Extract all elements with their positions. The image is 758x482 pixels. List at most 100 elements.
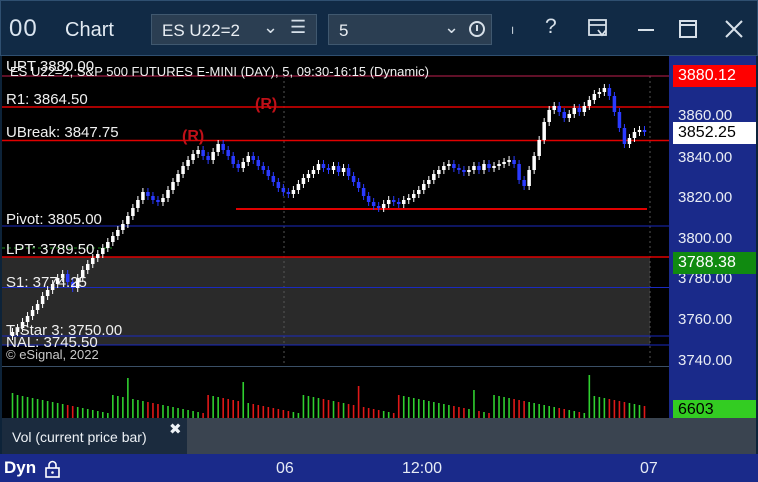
candle-body — [437, 170, 441, 174]
price-chart-canvas[interactable] — [2, 56, 669, 366]
volume-bar — [638, 405, 641, 418]
maximize-icon[interactable] — [677, 18, 699, 40]
symbol-input[interactable]: ES U22=2 — [162, 21, 240, 41]
candle-body — [281, 188, 286, 192]
volume-bar — [41, 400, 44, 418]
pin-icon[interactable]: ╵ — [509, 27, 516, 41]
level-label-upt: UPT 3880.00 — [6, 58, 95, 75]
volume-bar — [262, 406, 265, 418]
volume-bar — [117, 396, 119, 418]
volume-bar — [81, 408, 84, 418]
candle-body — [231, 156, 235, 164]
candle-body — [577, 108, 582, 112]
volume-bar — [508, 398, 510, 418]
volume-bar — [267, 407, 270, 418]
candle-body — [271, 176, 276, 182]
volume-bar — [207, 395, 209, 418]
price-axis[interactable]: 3860.00 3840.00 3820.00 3800.00 3780.00 … — [669, 56, 756, 418]
candle-body — [462, 170, 466, 172]
volume-bar — [212, 396, 214, 418]
candle-body — [371, 202, 376, 206]
dyn-label[interactable]: Dyn — [4, 458, 36, 478]
candle-body — [552, 106, 556, 110]
candle-body — [356, 182, 361, 188]
volume-bar — [11, 393, 14, 418]
volume-bar — [362, 407, 365, 418]
interval-input[interactable]: 5 — [339, 21, 348, 41]
level-label-s1: S1: 3774.25 — [6, 274, 87, 291]
help-icon[interactable]: ? — [545, 15, 557, 39]
volume-bar — [598, 397, 601, 418]
volume-bar — [322, 399, 325, 418]
volume-bar — [372, 409, 375, 418]
lock-icon[interactable] — [44, 460, 61, 478]
candle-body — [201, 150, 205, 156]
candle-body — [427, 180, 431, 184]
symbol-selector[interactable]: ES U22=2 ⌄ ☰ — [151, 14, 317, 45]
volume-bar — [147, 402, 149, 418]
volume-bar — [433, 402, 435, 418]
time-axis[interactable]: Dyn 06 12:00 07 — [0, 454, 758, 482]
candle-body — [141, 192, 145, 200]
candle-body — [186, 160, 190, 166]
volume-bar — [352, 405, 355, 418]
close-icon[interactable] — [723, 18, 745, 40]
interval-selector[interactable]: 5 ⌄ — [328, 14, 492, 45]
candle-body — [206, 156, 210, 160]
candle-body — [221, 144, 225, 150]
candle-body — [96, 254, 100, 258]
volume-bar — [247, 403, 250, 418]
candle-body — [306, 174, 311, 178]
volume-bar — [643, 406, 646, 418]
candle-body — [321, 164, 326, 168]
candle-body — [482, 164, 486, 170]
minimize-icon[interactable] — [635, 18, 657, 40]
copyright-text: © eSignal, 2022 — [6, 347, 99, 362]
volume-bar — [51, 402, 54, 418]
volume-bar — [132, 399, 134, 418]
candle-body — [376, 206, 381, 208]
candle-body — [497, 164, 501, 166]
volume-bar — [422, 400, 425, 418]
volume-bar — [498, 396, 500, 418]
candle-body — [592, 94, 597, 100]
volume-pane[interactable] — [2, 366, 669, 418]
candle-body — [597, 92, 602, 94]
chevron-down-icon[interactable]: ⌄ — [444, 17, 459, 38]
candle-body — [91, 258, 95, 264]
candle-body — [181, 166, 185, 174]
volume-bar — [91, 410, 94, 418]
candle-body — [106, 242, 110, 248]
candle-body — [391, 200, 396, 202]
candle-body — [537, 140, 541, 156]
candle-body — [381, 204, 386, 208]
candle-body — [316, 164, 321, 170]
candle-body — [236, 164, 240, 168]
volume-bar — [21, 396, 24, 418]
candle-body — [161, 198, 165, 202]
volume-bar — [307, 396, 310, 418]
volume-bar — [242, 382, 245, 418]
volume-bar — [377, 410, 380, 418]
candle-body — [40, 296, 45, 304]
volume-bar — [618, 401, 621, 418]
clock-icon[interactable] — [469, 21, 485, 37]
price-axis-label: 3760.00 — [678, 311, 733, 328]
settings-dropdown-icon[interactable] — [587, 18, 609, 40]
volume-bar — [608, 399, 611, 418]
volume-bar — [137, 400, 139, 418]
candle-body — [522, 180, 526, 186]
volume-bar — [533, 403, 535, 418]
chevron-down-icon[interactable]: ⌄ — [263, 17, 278, 38]
candle-body — [241, 162, 245, 168]
study-tab[interactable]: Vol (current price bar) ✖ — [2, 418, 187, 454]
close-icon[interactable]: ✖ — [169, 420, 182, 438]
volume-bar — [538, 404, 540, 418]
volume-bar — [402, 396, 405, 418]
volume-bar — [563, 409, 566, 418]
volume-bar — [443, 404, 445, 418]
candle-body — [136, 200, 140, 208]
candle-body — [121, 224, 125, 230]
hamburger-menu-icon[interactable]: ☰ — [290, 17, 306, 38]
price-chart[interactable]: ES U22=2, S&P 500 FUTURES E-MINI (DAY), … — [2, 56, 669, 366]
